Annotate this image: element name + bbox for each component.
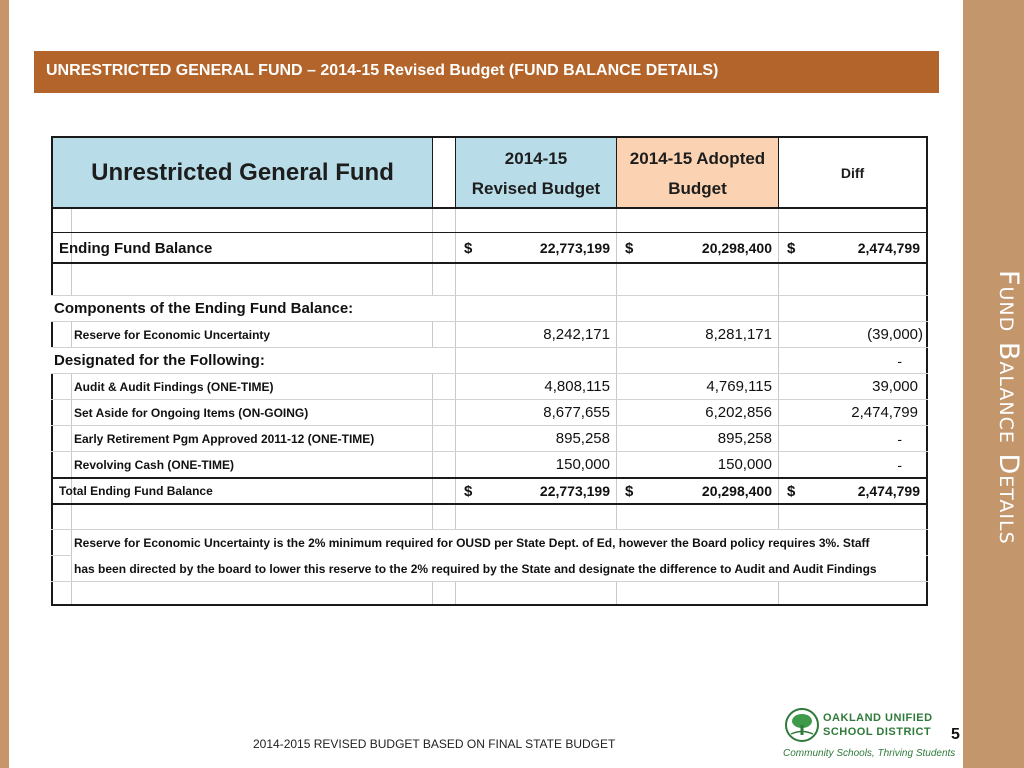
header-divider [778,138,779,207]
designated-item-label: Set Aside for Ongoing Items (ON-GOING) [74,405,309,420]
currency-symbol: $ [464,239,473,257]
ending-balance-label: Ending Fund Balance [59,239,213,257]
designated-item-diff: 2,474,799 [851,404,918,421]
currency-symbol: $ [464,482,473,500]
note-line-1: Reserve for Economic Uncertainty is the … [74,535,870,550]
logo-line2: SCHOOL DISTRICT [823,726,932,738]
total-adopted: $ 20,298,400 [617,479,778,503]
header-revised-cell: 2014-15 Revised Budget [456,138,616,207]
page-number: 5 [951,726,960,743]
header-revised-line1: 2014-15 [504,149,568,168]
designated-item-revised: 150,000 [555,456,610,473]
designated-item-revised: 895,258 [555,430,610,447]
note-line-2: has been directed by the board to lower … [74,561,877,576]
designated-item-adopted: 6,202,856 [705,404,772,421]
designated-diff: - [897,352,902,369]
header-label: Unrestricted General Fund [91,158,394,186]
designated-item-adopted: 895,258 [717,430,772,447]
total-diff: $ 2,474,799 [779,479,926,503]
logo-line1: OAKLAND UNIFIED [823,712,933,724]
grid-line [51,262,928,264]
ending-revised: $ 22,773,199 [456,234,616,262]
header-adopted-line1: 2014-15 Adopted [629,149,766,168]
reserve-adopted: 8,281,171 [705,326,772,343]
header-diff: Diff [840,164,865,181]
designated-item-revised: 4,808,115 [544,378,610,395]
designated-item-label: Early Retirement Pgm Approved 2011-12 (O… [74,431,375,446]
currency-symbol: $ [625,239,634,257]
left-accent-strip [0,0,9,768]
footer-text: 2014-2015 REVISED BUDGET BASED ON FINAL … [253,737,616,751]
designated-item-diff: - [897,430,902,447]
header-label-cell: Unrestricted General Fund [53,138,432,207]
designated-item-label: Audit & Audit Findings (ONE-TIME) [74,379,274,394]
designated-item-label: Revolving Cash (ONE-TIME) [74,457,235,472]
designated-item-adopted: 4,769,115 [706,378,772,395]
currency-symbol: $ [625,482,634,500]
header-diff-cell: Diff [779,138,926,207]
header-adopted-cell: 2014-15 Adopted Budget [617,138,778,207]
components-heading: Components of the Ending Fund Balance: [51,296,451,321]
ending-adopted: $ 20,298,400 [617,234,778,262]
header-divider [455,138,456,207]
grid-line [51,232,928,233]
grid-line [51,503,928,505]
header-adopted-line2: Budget [668,179,727,198]
reserve-label: Reserve for Economic Uncertainty [74,327,271,342]
logo-tagline: Community Schools, Thriving Students [783,748,956,759]
designated-item-adopted: 150,000 [717,456,772,473]
reserve-diff: (39,000) [867,326,923,343]
header-divider [432,138,433,207]
header-revised-line2: Revised Budget [471,179,601,198]
title-banner: UNRESTRICTED GENERAL FUND – 2014-15 Revi… [34,51,939,93]
total-revised: $ 22,773,199 [456,479,616,503]
designated-item-revised: 8,677,655 [543,404,610,421]
district-logo: OAKLAND UNIFIED SCHOOL DISTRICT Communit… [783,708,955,764]
grid-line [51,581,928,582]
designated-heading: Designated for the Following: [51,348,451,373]
header-bottom-rule [51,207,928,209]
currency-symbol: $ [787,239,796,257]
total-balance-label: Total Ending Fund Balance [59,484,213,498]
ending-diff: $ 2,474,799 [779,234,926,262]
fund-balance-table: Unrestricted General Fund 2014-15 Revise… [51,136,928,606]
banner-title: UNRESTRICTED GENERAL FUND – 2014-15 Revi… [46,62,719,79]
header-divider [616,138,617,207]
side-title: Fund Balance Details [993,269,1024,545]
currency-symbol: $ [787,482,796,500]
designated-item-diff: - [897,456,902,473]
designated-item-diff: 39,000 [872,378,918,395]
oak-tree-icon [785,708,819,742]
reserve-revised: 8,242,171 [543,326,610,343]
